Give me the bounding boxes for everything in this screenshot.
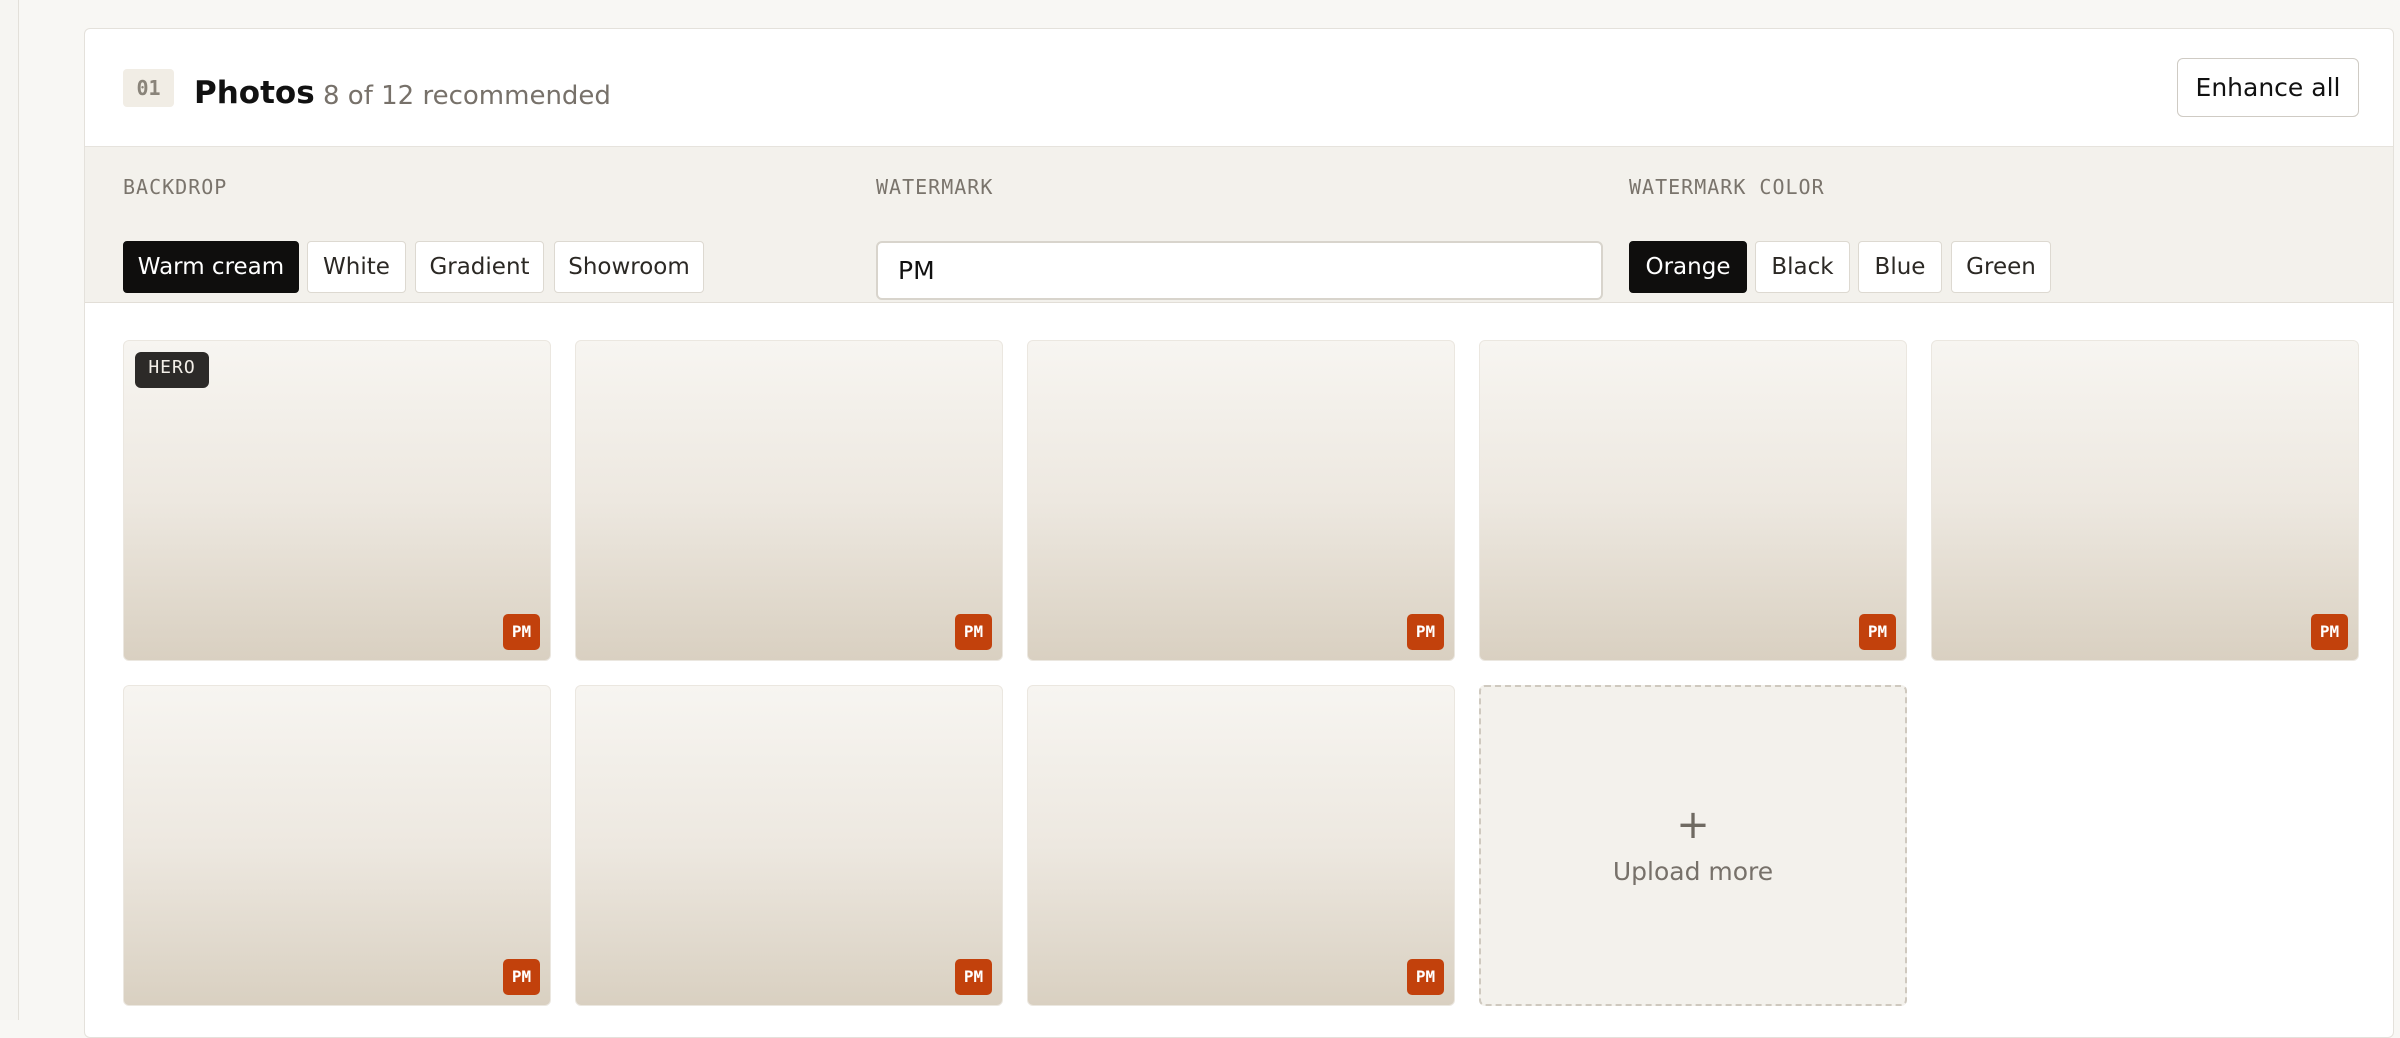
backdrop-option-warm-cream[interactable]: Warm cream bbox=[123, 241, 299, 293]
photo-tile[interactable]: PM bbox=[575, 685, 1003, 1006]
watermark-color-blue[interactable]: Blue bbox=[1858, 241, 1942, 293]
watermark-badge: PM bbox=[1407, 614, 1444, 650]
panel-header: 01 Photos 8 of 12 recommended Enhance al… bbox=[85, 29, 2393, 147]
photo-tile[interactable]: PM bbox=[1931, 340, 2359, 661]
photo-tile[interactable]: PM bbox=[575, 340, 1003, 661]
plus-icon: + bbox=[1676, 802, 1710, 848]
photo-tile[interactable]: PM bbox=[1027, 340, 1455, 661]
photo-tile[interactable]: PM bbox=[123, 685, 551, 1006]
watermark-color-green[interactable]: Green bbox=[1951, 241, 2051, 293]
photo-tile[interactable]: PM bbox=[1027, 685, 1455, 1006]
backdrop-label: BACKDROP bbox=[123, 175, 228, 199]
watermark-badge: PM bbox=[955, 614, 992, 650]
watermark-badge: PM bbox=[955, 959, 992, 995]
controls-bar: BACKDROP Warm cream White Gradient Showr… bbox=[85, 147, 2393, 303]
step-number: 01 bbox=[123, 69, 174, 107]
photos-panel: 01 Photos 8 of 12 recommended Enhance al… bbox=[84, 28, 2394, 1038]
watermark-color-label: WATERMARK COLOR bbox=[1629, 175, 1825, 199]
backdrop-option-gradient[interactable]: Gradient bbox=[415, 241, 544, 293]
backdrop-option-white[interactable]: White bbox=[307, 241, 406, 293]
backdrop-option-showroom[interactable]: Showroom bbox=[554, 241, 704, 293]
watermark-label: WATERMARK bbox=[876, 175, 994, 199]
watermark-input[interactable] bbox=[876, 241, 1603, 300]
photo-tile[interactable]: HERO PM bbox=[123, 340, 551, 661]
watermark-badge: PM bbox=[1407, 959, 1444, 995]
upload-more-tile[interactable]: + Upload more bbox=[1479, 685, 1907, 1006]
photo-tile[interactable]: PM bbox=[1479, 340, 1907, 661]
watermark-badge: PM bbox=[503, 959, 540, 995]
watermark-badge: PM bbox=[503, 614, 540, 650]
watermark-color-black[interactable]: Black bbox=[1755, 241, 1850, 293]
watermark-badge: PM bbox=[1859, 614, 1896, 650]
left-rail bbox=[0, 0, 19, 1020]
enhance-all-button[interactable]: Enhance all bbox=[2177, 58, 2359, 117]
recommended-count: 8 of 12 recommended bbox=[323, 81, 611, 111]
panel-title: Photos bbox=[194, 75, 315, 111]
watermark-color-orange[interactable]: Orange bbox=[1629, 241, 1747, 293]
watermark-badge: PM bbox=[2311, 614, 2348, 650]
upload-more-label: Upload more bbox=[1612, 857, 1774, 886]
hero-badge: HERO bbox=[135, 352, 209, 388]
